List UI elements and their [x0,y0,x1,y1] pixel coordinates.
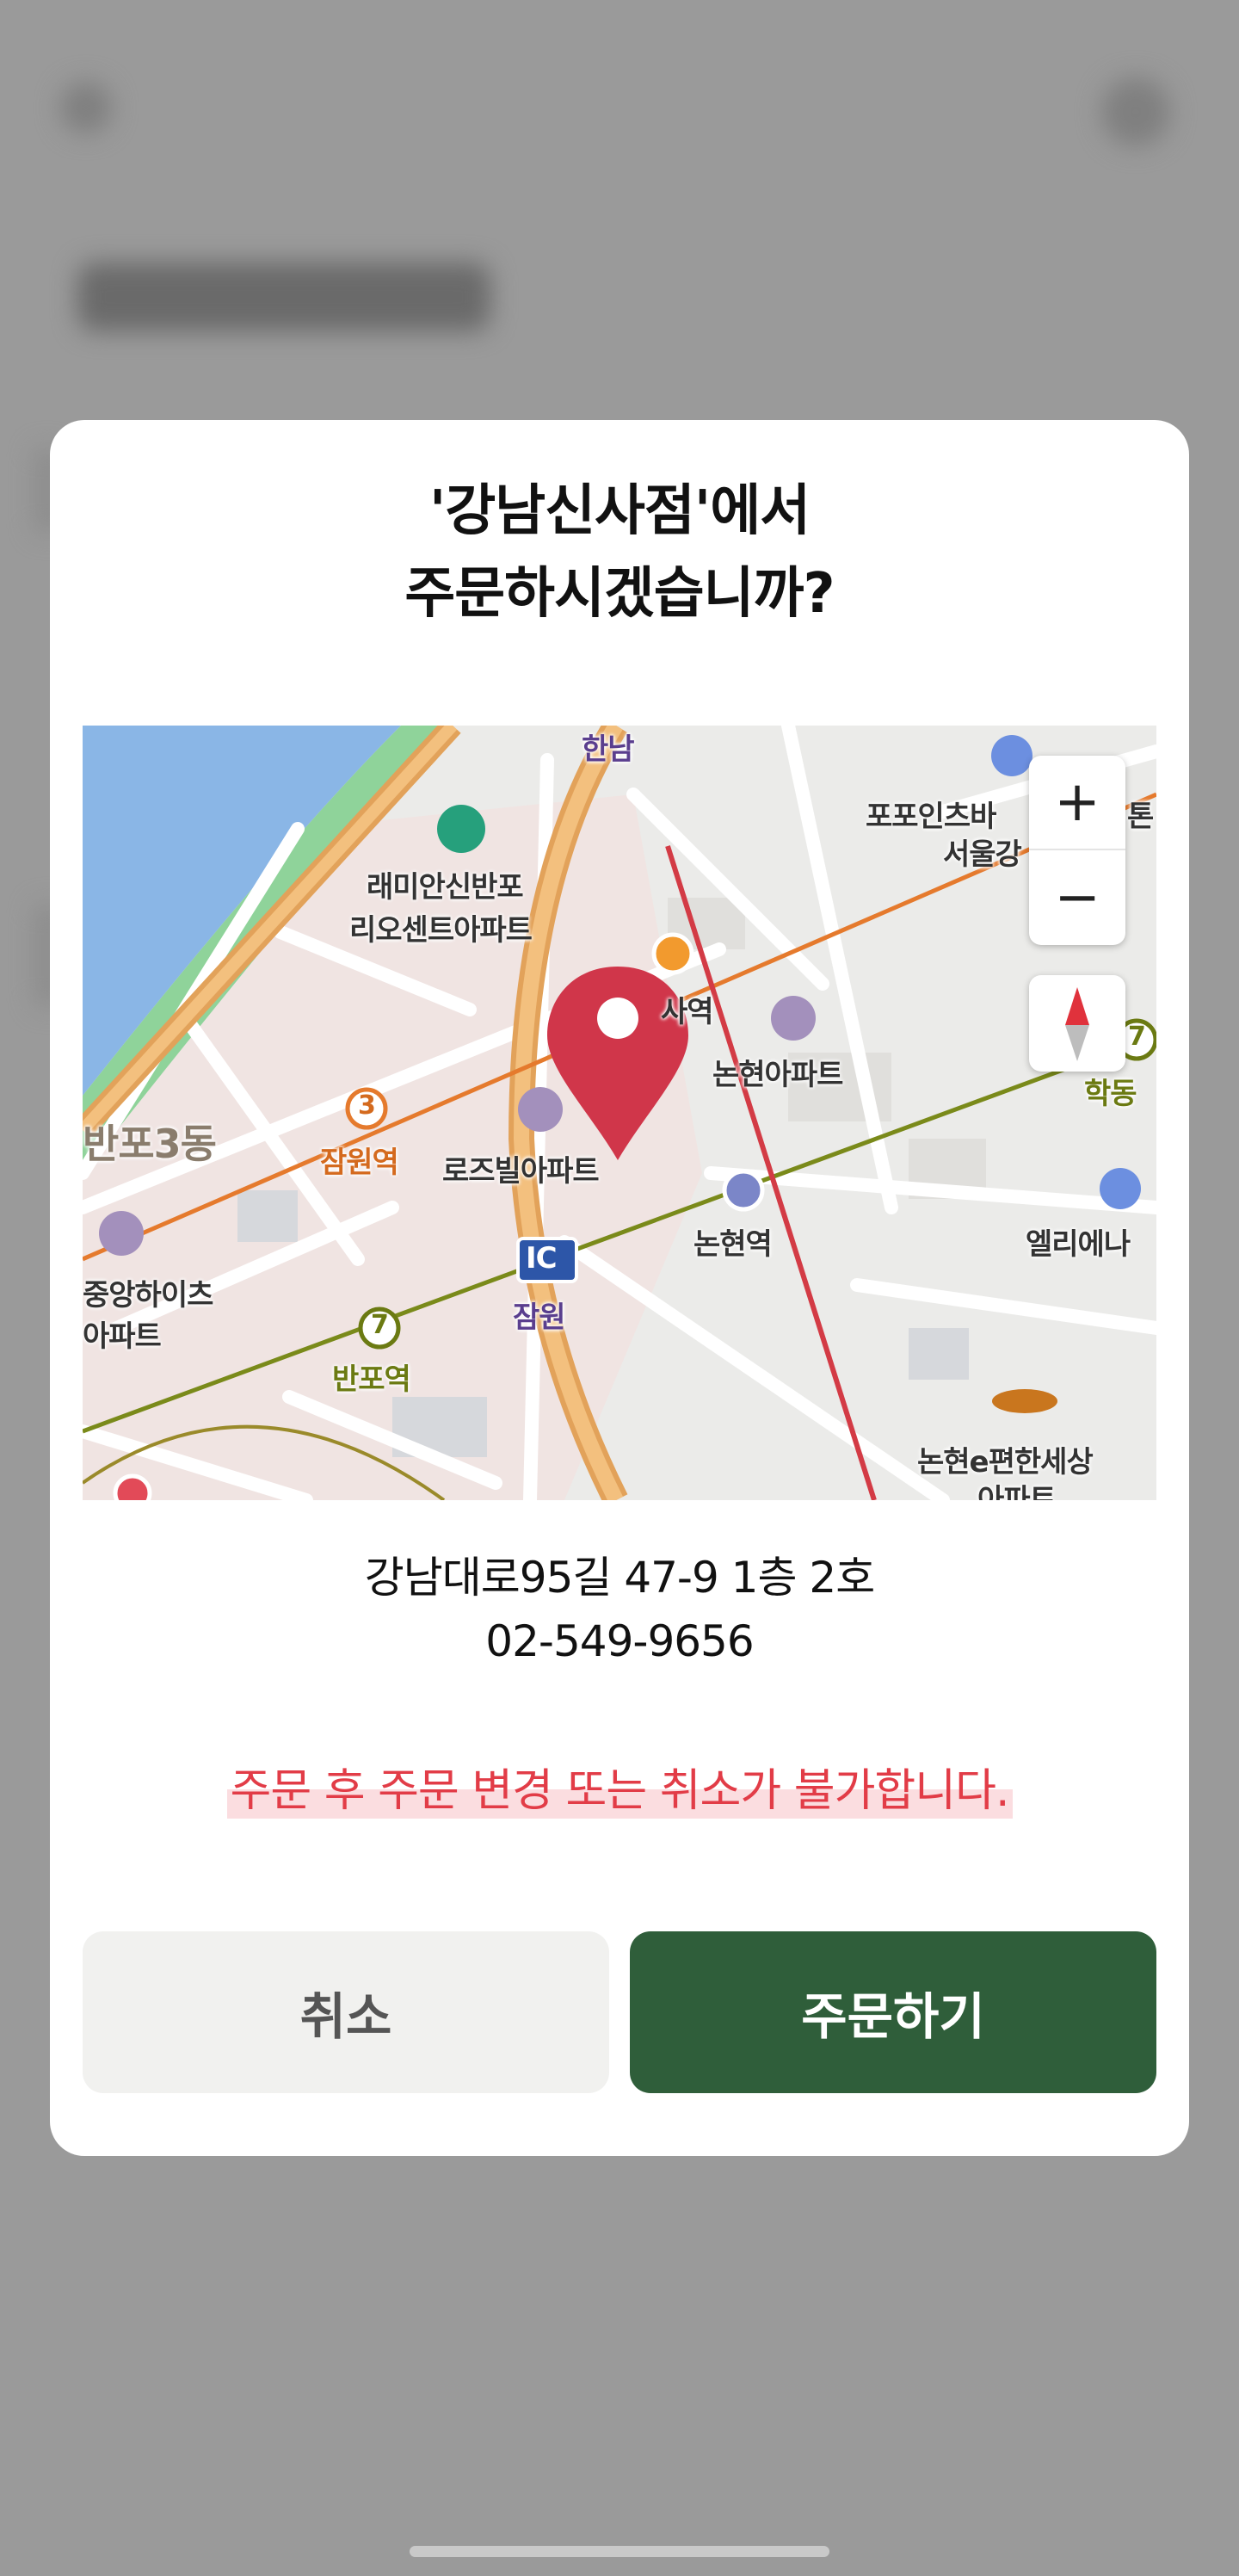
map-label: 논현아파트 [712,1058,843,1092]
store-address: 강남대로95길 47-9 1층 2호 [364,1553,875,1603]
map-label: 서울강 [943,837,1022,872]
confirm-order-button[interactable]: 주문하기 [630,1931,1156,2093]
order-confirm-dialog: '강남신사점'에서 주문하시겠습니까? 한남 포포인츠바 톤 서울강 래미안신반… [50,420,1189,2156]
back-icon [60,82,112,133]
dialog-title-line1: '강남신사점'에서 [428,479,811,543]
map-label: 중앙하이츠 [83,1278,213,1313]
map-decoration [992,1389,1057,1413]
map-label: 리오센트아파트 [349,913,533,948]
background-title [77,263,490,331]
map-label: 3 [358,1090,376,1121]
map-zoom-control: + − [1029,756,1125,945]
map-label: 포포인츠바 [866,800,996,834]
map-label: 로즈빌아파트 [442,1154,600,1189]
store-phone: 02-549-9656 [485,1616,754,1666]
compass-icon [1065,987,1089,1061]
map-label: IC [526,1241,558,1276]
dialog-title-line2: 주문하시겠습니까? [404,562,835,626]
map-label: 반포역 [332,1362,411,1397]
warning-container: 주문 후 주문 변경 또는 취소가 불가합니다. [50,1754,1189,1819]
map-label: 사역 [661,995,714,1029]
map-label: 한남 [582,732,635,767]
map-label: 7 [371,1310,389,1340]
map-label: 논현e편한세상 [917,1445,1094,1480]
map-label: 논현역 [693,1227,773,1262]
profile-icon [1101,77,1170,146]
map-label: 잠원역 [320,1146,399,1180]
cancel-button[interactable]: 취소 [83,1931,609,2093]
map-label: 학동 [1084,1077,1137,1111]
map-label: 엘리에나 [1026,1227,1131,1262]
map-label: 아파트 [977,1483,1057,1500]
map-label: 7 [1128,1022,1146,1052]
map-label: 반포3동 [83,1121,217,1167]
map-label: 톤 [1127,800,1154,834]
dialog-title: '강남신사점'에서 주문하시겠습니까? [50,470,1189,635]
store-map[interactable]: 한남 포포인츠바 톤 서울강 래미안신반포 리오센트아파트 사역 논현아파트 학… [83,726,1156,1500]
map-label: 잠원 [513,1300,566,1335]
zoom-out-button[interactable]: − [1029,850,1125,945]
compass-button[interactable] [1029,975,1125,1072]
map-label: 아파트 [83,1319,162,1354]
warning-text: 주문 후 주문 변경 또는 취소가 불가합니다. [226,1754,1013,1819]
map-label: 래미안신반포 [367,870,524,905]
home-indicator[interactable] [410,2546,829,2557]
zoom-in-button[interactable]: + [1029,756,1125,850]
